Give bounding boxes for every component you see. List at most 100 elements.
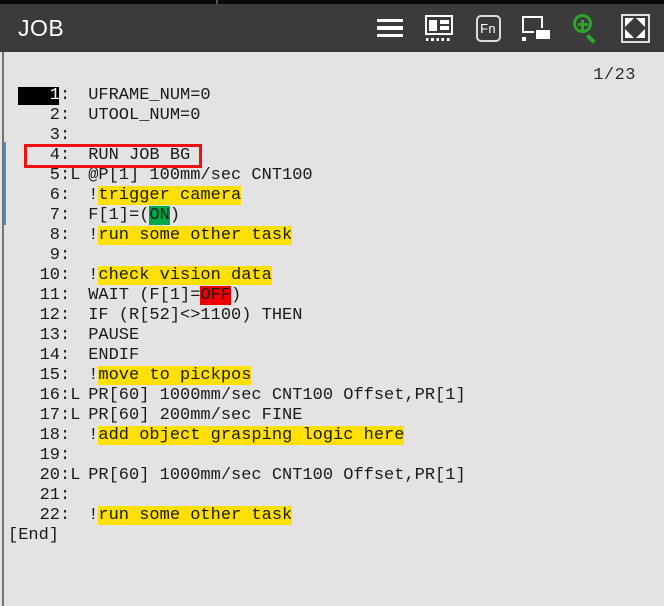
line-number: 17 — [39, 406, 60, 425]
line-motion-flag: : — [60, 446, 71, 465]
line-motion-flag: : — [60, 146, 71, 165]
comment-bang: ! — [88, 426, 99, 445]
code-line[interactable]: 10: !check vision data — [8, 266, 658, 286]
zoom-in-button[interactable] — [571, 13, 601, 45]
code-line[interactable]: 17:L PR[60] 200mm/sec FINE — [8, 406, 658, 426]
line-source: WAIT (F[1]=OFF) — [78, 286, 242, 305]
line-number: 20 — [39, 466, 60, 485]
line-motion-flag: :L — [60, 466, 81, 485]
line-source: PR[60] 200mm/sec FINE — [78, 406, 303, 425]
comment-bang: ! — [88, 266, 99, 285]
windows-icon — [522, 15, 552, 41]
line-number: 15 — [39, 366, 60, 385]
line-motion-flag: :L — [60, 166, 81, 185]
page-indicator: 1/23 — [593, 66, 636, 85]
line-motion-flag: : — [60, 346, 71, 365]
line-number: 5 — [49, 166, 60, 185]
code-line[interactable]: 19: — [8, 446, 658, 466]
code-line[interactable]: 21: — [8, 486, 658, 506]
line-number: 21 — [39, 486, 60, 505]
scrollbar-thumb[interactable] — [4, 142, 6, 225]
fullscreen-button[interactable] — [620, 13, 650, 43]
code-line[interactable]: 14: ENDIF — [8, 346, 658, 366]
toolbar: Fn — [375, 13, 650, 45]
fn-button[interactable]: Fn — [473, 13, 503, 43]
fn-icon: Fn — [475, 14, 501, 42]
line-source: !add object grasping logic here — [78, 426, 405, 445]
code-line[interactable]: 13: PAUSE — [8, 326, 658, 346]
code-line[interactable]: 8: !run some other task — [8, 226, 658, 246]
line-source: ENDIF — [78, 346, 140, 365]
code-line[interactable]: 5:L @P[1] 100mm/sec CNT100 — [8, 166, 658, 186]
line-motion-flag: : — [60, 106, 71, 125]
line-source: PR[60] 1000mm/sec CNT100 Offset,PR[1] — [78, 386, 466, 405]
line-number: 18 — [39, 426, 60, 445]
code-line[interactable]: 4: RUN JOB BG — [8, 144, 658, 168]
line-motion-flag: : — [60, 226, 71, 245]
line-number: 9 — [49, 246, 60, 265]
line-source: !run some other task — [78, 506, 293, 525]
menu-icon — [377, 18, 403, 38]
comment-highlight: run some other task — [98, 226, 293, 245]
line-source: @P[1] 100mm/sec CNT100 — [78, 166, 313, 185]
line-source: F[1]=(ON) — [78, 206, 181, 225]
line-number: 7 — [49, 206, 60, 225]
layout-button[interactable] — [424, 13, 454, 43]
zoom-in-icon — [572, 14, 600, 45]
line-motion-flag: : — [60, 86, 71, 105]
scrollbar-track[interactable] — [2, 52, 6, 606]
line-motion-flag: : — [60, 126, 71, 145]
line-number: 6 — [49, 186, 60, 205]
line-motion-flag: : — [60, 326, 71, 345]
line-motion-flag: : — [60, 486, 71, 505]
line-number: 8 — [49, 226, 60, 245]
comment-bang: ! — [88, 366, 99, 385]
code-line[interactable]: 6: !trigger camera — [8, 186, 658, 206]
code-line[interactable]: 20:L PR[60] 1000mm/sec CNT100 Offset,PR[… — [8, 466, 658, 486]
fullscreen-icon — [620, 13, 650, 43]
menu-button[interactable] — [375, 13, 405, 43]
line-motion-flag: : — [60, 286, 71, 305]
line-number: 13 — [39, 326, 60, 345]
line-motion-flag: : — [60, 306, 71, 325]
line-source: RUN JOB BG — [78, 146, 191, 165]
line-motion-flag: :L — [60, 406, 81, 425]
line-number: 11 — [39, 286, 60, 305]
line-motion-flag: : — [60, 206, 71, 225]
code-line[interactable]: 11: WAIT (F[1]=OFF) — [8, 286, 658, 306]
line-number: 19 — [39, 446, 60, 465]
code-line[interactable]: 3: — [8, 126, 658, 146]
code-line[interactable]: 1: UFRAME_NUM=0 — [8, 86, 658, 106]
line-motion-flag: : — [60, 506, 71, 525]
comment-highlight: trigger camera — [98, 186, 242, 205]
line-source: PR[60] 1000mm/sec CNT100 Offset,PR[1] — [78, 466, 466, 485]
line-source: !trigger camera — [78, 186, 242, 205]
page-title: JOB — [18, 14, 65, 41]
code-line[interactable]: 18: !add object grasping logic here — [8, 426, 658, 446]
comment-bang: ! — [88, 186, 99, 205]
code-line[interactable]: 2: UTOOL_NUM=0 — [8, 106, 658, 126]
line-number: 3 — [49, 126, 60, 145]
line-number: 10 — [39, 266, 60, 285]
comment-highlight: check vision data — [98, 266, 272, 285]
code-line[interactable]: 9: — [8, 246, 658, 266]
code-line[interactable]: 12: IF (R[52]<>1100) THEN — [8, 306, 658, 326]
line-motion-flag: :L — [60, 386, 81, 405]
comment-bang: ! — [88, 226, 99, 245]
program-code-list[interactable]: 1: UFRAME_NUM=0 2: UTOOL_NUM=0 3: 4: RUN JO… — [8, 86, 658, 546]
job-editor-window: JOB Fn 1/23 1: UFRAME_NUM=0 2: UTOOL_NUM… — [0, 0, 664, 606]
line-source: UTOOL_NUM=0 — [78, 106, 201, 125]
windows-button[interactable] — [522, 13, 552, 43]
line-number: 1 — [49, 86, 60, 105]
flag-off-highlight: OFF — [200, 286, 232, 305]
line-source: !run some other task — [78, 226, 293, 245]
code-line[interactable]: 16:L PR[60] 1000mm/sec CNT100 Offset,PR[… — [8, 386, 658, 406]
line-number: 2 — [49, 106, 60, 125]
line-number: 16 — [39, 386, 60, 405]
code-line[interactable]: 15: !move to pickpos — [8, 366, 658, 386]
line-source: IF (R[52]<>1100) THEN — [78, 306, 303, 325]
line-source: !check vision data — [78, 266, 272, 285]
line-motion-flag: : — [60, 246, 71, 265]
code-line[interactable]: 7: F[1]=(ON) — [8, 206, 658, 226]
code-line[interactable]: 22: !run some other task — [8, 506, 658, 526]
